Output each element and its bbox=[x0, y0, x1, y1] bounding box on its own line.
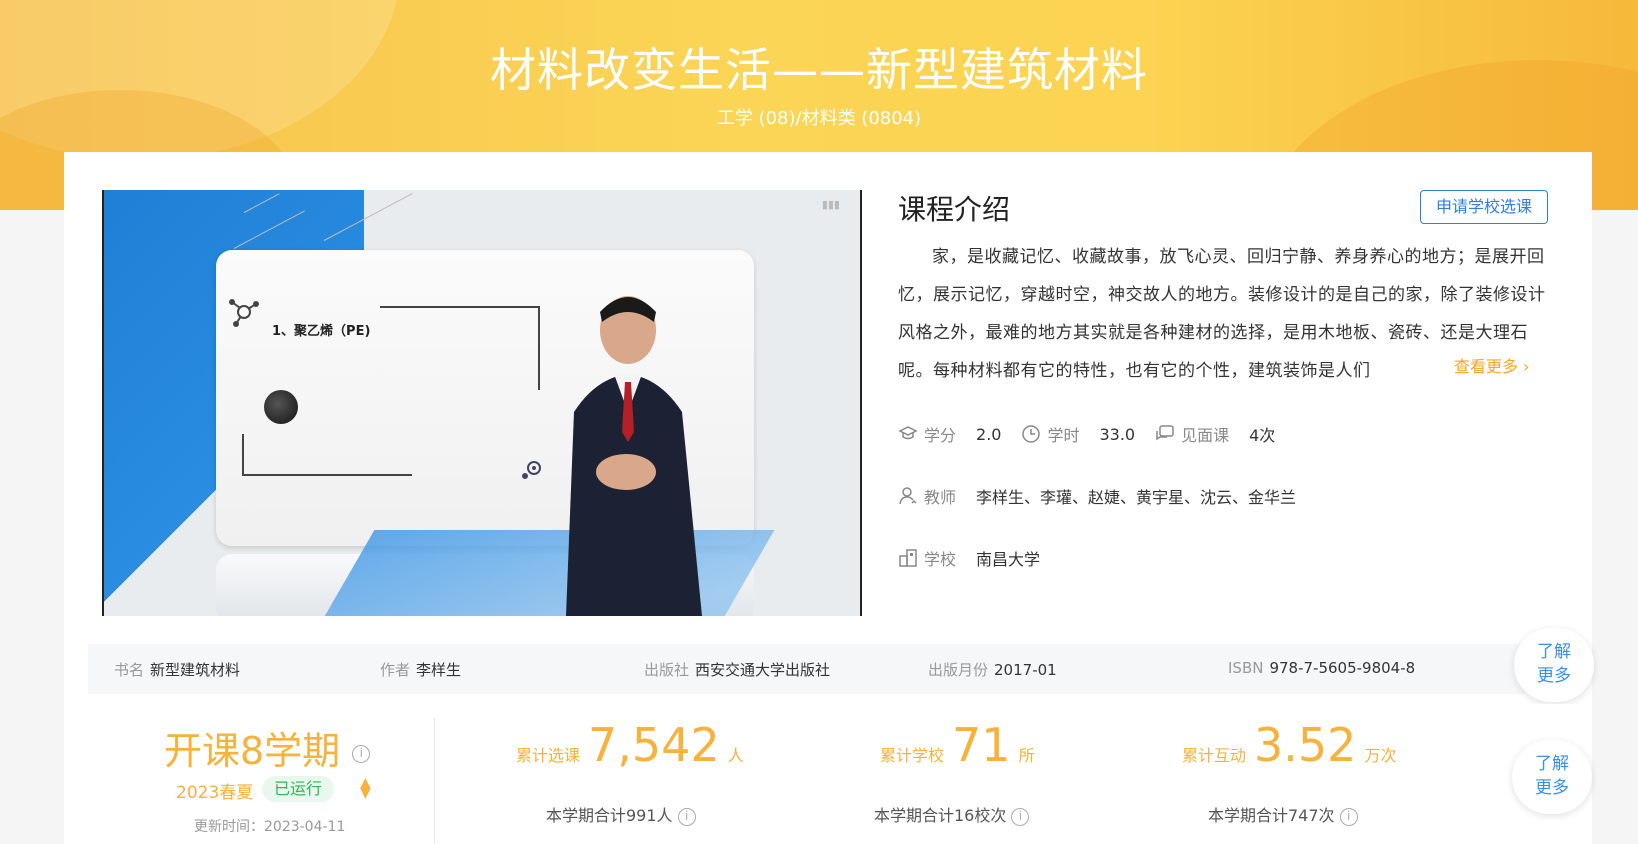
graduation-cap-icon bbox=[898, 426, 918, 440]
book-isbn-value: 978-7-5605-9804-8 bbox=[1269, 659, 1416, 677]
teacher-row: 教师 李样生、李瓘、赵婕、黄宇星、沈云、金华兰 bbox=[898, 484, 1316, 508]
divider bbox=[860, 190, 862, 616]
view-more-link[interactable]: 查看更多 › bbox=[1434, 352, 1530, 382]
slide-title: 1、聚乙烯（PE) bbox=[272, 324, 371, 339]
intro-heading: 课程介绍 bbox=[898, 193, 1011, 226]
meet-label: 见面课 bbox=[1181, 426, 1230, 445]
learn-more-button[interactable]: 了解 更多 bbox=[1514, 628, 1594, 702]
hours-value: 33.0 bbox=[1099, 424, 1136, 444]
building-icon bbox=[899, 549, 917, 567]
book-name-value: 新型建筑材料 bbox=[150, 661, 241, 679]
teacher-value: 李样生、李瓘、赵婕、黄宇星、沈云、金华兰 bbox=[976, 488, 1297, 507]
school-label: 学校 bbox=[924, 550, 957, 569]
term-count: 开课8学期 i bbox=[164, 720, 371, 775]
schools-stat: 累计学校 71 所 bbox=[880, 718, 1035, 772]
book-author: 作者 李样生 bbox=[380, 659, 461, 680]
apply-school-button[interactable]: 申请学校选课 bbox=[1420, 190, 1548, 224]
book-name-label: 书名 bbox=[114, 661, 145, 679]
selected-label: 累计选课 bbox=[516, 746, 581, 765]
learn-more-line2: 更多 bbox=[1535, 778, 1569, 798]
book-author-value: 李样生 bbox=[416, 661, 462, 679]
selected-stat: 累计选课 7,542 人 bbox=[516, 718, 744, 772]
interact-unit: 万次 bbox=[1364, 746, 1397, 765]
updated-label: 更新时间： bbox=[194, 819, 264, 835]
info-icon[interactable]: i bbox=[352, 744, 371, 763]
atom-icon bbox=[522, 461, 541, 479]
selected-sub: 本学期合计991人 i bbox=[546, 802, 696, 826]
updated-value: 2023-04-11 bbox=[264, 819, 346, 835]
schools-value: 71 bbox=[952, 718, 1011, 772]
textbook-info: 书名 新型建筑材料 作者 李样生 出版社 西安交通大学出版社 出版月份 2017-01 … bbox=[88, 644, 1538, 694]
credit-label: 学分 bbox=[924, 426, 957, 445]
lecturer-image bbox=[566, 296, 702, 616]
course-meta-row: 学分 2.0 学时 33.0 见面课 4次 bbox=[898, 422, 1295, 446]
divider bbox=[434, 718, 435, 844]
chat-icon bbox=[1156, 425, 1174, 441]
hours-label: 学时 bbox=[1047, 426, 1080, 445]
updated-time: 更新时间：2023-04-11 bbox=[194, 816, 345, 836]
learn-more-button[interactable]: 了解 更多 bbox=[1512, 740, 1592, 814]
schools-sub: 本学期合计16校次 i bbox=[874, 802, 1030, 826]
molecule-image bbox=[264, 390, 298, 424]
watermark-logo: ▮▮▮ bbox=[821, 198, 840, 211]
term-count-text: 开课8学期 bbox=[164, 729, 341, 773]
teacher-label: 教师 bbox=[924, 488, 957, 507]
status-badge: 已运行 bbox=[262, 776, 335, 802]
term-switch-icon[interactable]: ▲ ▼ bbox=[360, 776, 371, 800]
book-date: 出版月份 2017-01 bbox=[928, 659, 1057, 680]
book-isbn-label: ISBN bbox=[1228, 659, 1264, 677]
selected-unit: 人 bbox=[727, 746, 744, 765]
molecule-icon bbox=[229, 299, 259, 327]
school-row: 学校 南昌大学 bbox=[898, 546, 1060, 570]
book-author-label: 作者 bbox=[380, 661, 411, 679]
season-label: 2023春夏 bbox=[176, 783, 254, 803]
schools-unit: 所 bbox=[1018, 746, 1035, 765]
interact-label: 累计互动 bbox=[1182, 746, 1247, 765]
book-date-label: 出版月份 bbox=[928, 661, 989, 679]
info-icon[interactable]: i bbox=[1339, 807, 1358, 826]
slide-frame bbox=[380, 306, 540, 308]
info-icon[interactable]: i bbox=[1011, 807, 1030, 826]
course-stats: 开课8学期 i 2023春夏 已运行 ▲ ▼ 更新时间：2023-04-11 累计… bbox=[64, 704, 1592, 844]
interact-sub-text: 本学期合计747次 bbox=[1208, 806, 1335, 825]
user-icon bbox=[899, 487, 917, 505]
book-publisher-value: 西安交通大学出版社 bbox=[695, 661, 831, 679]
schools-label: 累计学校 bbox=[880, 746, 945, 765]
interact-sub: 本学期合计747次 i bbox=[1208, 802, 1358, 826]
book-publisher-label: 出版社 bbox=[644, 661, 690, 679]
school-value: 南昌大学 bbox=[976, 550, 1041, 569]
learn-more-line2: 更多 bbox=[1537, 666, 1571, 686]
book-isbn: ISBN 978-7-5605-9804-8 bbox=[1228, 659, 1415, 677]
course-category: 工学 (08)/材料类 (0804) bbox=[716, 108, 922, 129]
interact-value: 3.52 bbox=[1254, 718, 1357, 772]
book-date-value: 2017-01 bbox=[994, 661, 1057, 679]
book-name: 书名 新型建筑材料 bbox=[114, 659, 240, 680]
selected-sub-text: 本学期合计991人 bbox=[546, 806, 673, 825]
video-player[interactable]: ▮▮▮ 1、聚乙烯（PE) bbox=[102, 190, 862, 616]
slide-frame bbox=[242, 434, 244, 474]
clock-icon bbox=[1022, 425, 1041, 443]
slide-frame bbox=[242, 474, 412, 476]
selected-value: 7,542 bbox=[588, 718, 720, 772]
interact-stat: 累计互动 3.52 万次 bbox=[1182, 718, 1396, 772]
course-title: 材料改变生活——新型建筑材料 bbox=[490, 43, 1148, 97]
slide-frame bbox=[538, 306, 540, 390]
learn-more-line1: 了解 bbox=[1537, 642, 1571, 662]
info-icon[interactable]: i bbox=[677, 807, 696, 826]
book-publisher: 出版社 西安交通大学出版社 bbox=[644, 659, 830, 680]
learn-more-line1: 了解 bbox=[1535, 754, 1569, 774]
credit-value: 2.0 bbox=[976, 424, 1002, 444]
meet-value: 4次 bbox=[1249, 426, 1276, 445]
schools-sub-text: 本学期合计16校次 bbox=[874, 806, 1007, 825]
